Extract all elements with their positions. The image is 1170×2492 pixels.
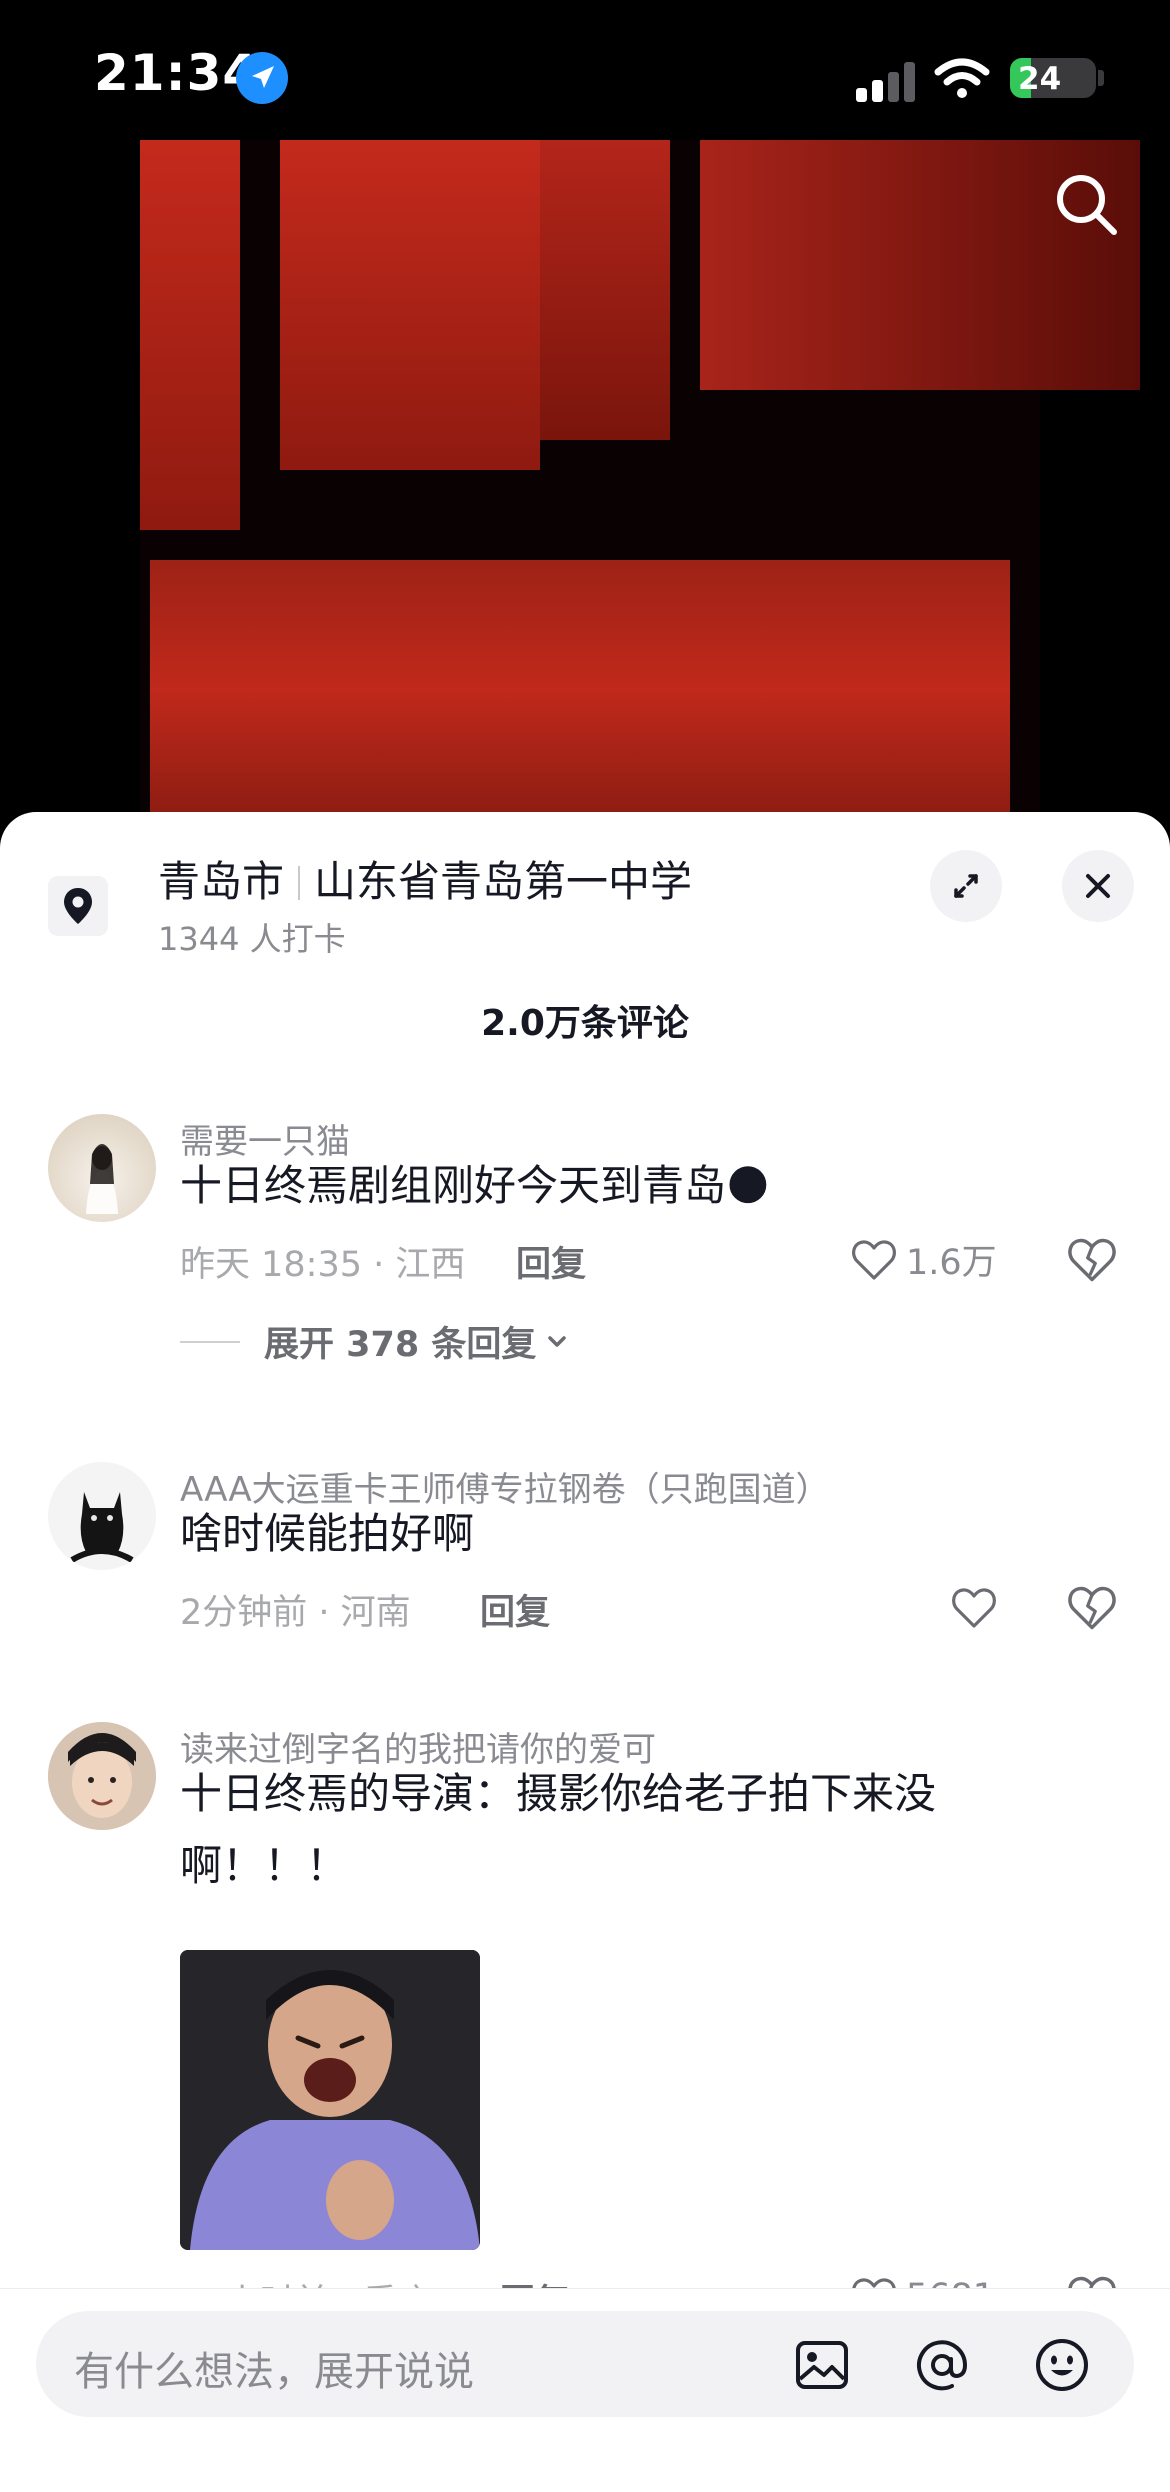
image-icon[interactable] bbox=[792, 2335, 852, 2395]
like-count: 1.6万 bbox=[906, 1242, 997, 1283]
comment-meta: 2分钟前 · 河南 bbox=[180, 1593, 411, 1633]
like-button[interactable] bbox=[950, 1582, 998, 1632]
search-icon[interactable] bbox=[1050, 168, 1124, 242]
comment-meta: 昨天 18:35 · 江西 bbox=[180, 1245, 466, 1285]
reply-button[interactable]: 回复 bbox=[480, 1584, 550, 1635]
close-icon[interactable] bbox=[1062, 850, 1134, 922]
comment-item: 读来过倒字名的我把请你的爱可 十日终焉的导演：摄影你给老子拍下来没啊！！！ 10… bbox=[0, 1722, 1170, 2323]
location-pin-icon bbox=[48, 876, 108, 936]
battery-percent: 24 bbox=[1018, 61, 1062, 97]
comment-text: 啥时候能拍好啊 bbox=[180, 1509, 475, 1558]
expand-icon[interactable] bbox=[930, 850, 1002, 922]
like-button[interactable]: 1.6万 bbox=[850, 1234, 997, 1284]
comment-input[interactable]: 有什么想法，展开说说 bbox=[36, 2311, 1134, 2417]
avatar[interactable] bbox=[48, 1722, 156, 1830]
comment-count: 2.0万条评论 bbox=[481, 1003, 689, 1044]
heart-icon bbox=[852, 1240, 896, 1280]
location-arrow-icon bbox=[236, 52, 288, 104]
at-icon[interactable] bbox=[912, 2335, 972, 2395]
status-time: 21:34 bbox=[94, 44, 259, 102]
reply-button[interactable]: 回复 bbox=[516, 1236, 586, 1287]
poi-city[interactable]: 青岛市 bbox=[158, 857, 284, 906]
poi-divider bbox=[298, 866, 301, 900]
heart-icon bbox=[952, 1588, 996, 1628]
comment-input-placeholder[interactable]: 有什么想法，展开说说 bbox=[74, 2339, 474, 2397]
battery-tip bbox=[1098, 70, 1104, 86]
battery-charging-icon: 24 bbox=[1010, 58, 1096, 98]
broken-heart-icon[interactable] bbox=[1066, 1582, 1118, 1632]
status-bar: 21:34 24 bbox=[0, 0, 1170, 150]
avatar[interactable] bbox=[48, 1114, 156, 1222]
expand-divider bbox=[180, 1340, 240, 1343]
expand-replies-button[interactable]: 展开 378 条回复 bbox=[180, 1316, 572, 1367]
poi-title[interactable]: 青岛市 山东省青岛第一中学 bbox=[158, 848, 692, 909]
comment-image[interactable] bbox=[180, 1950, 480, 2250]
chevron-down-icon bbox=[548, 1335, 567, 1347]
comment-item: 需要一只猫 十日终焉剧组刚好今天到青岛🌑 昨天 18:35 · 江西 回复 1.… bbox=[0, 1114, 1170, 1444]
poi-checkins: 1344 人打卡 bbox=[158, 920, 346, 958]
avatar[interactable] bbox=[48, 1462, 156, 1570]
wifi-icon bbox=[934, 56, 990, 100]
comment-text: 十日终焉的导演：摄影你给老子拍下来没啊！！！ bbox=[180, 1769, 937, 1890]
expand-replies-label: 展开 378 条回复 bbox=[264, 1325, 537, 1365]
emoji-icon[interactable] bbox=[1032, 2335, 1092, 2395]
signal-icon bbox=[856, 58, 918, 102]
comment-item: AAA大运重卡王师傅专拉钢卷（只跑国道） 啥时候能拍好啊 2分钟前 · 河南 回… bbox=[0, 1462, 1170, 1702]
comment-text: 十日终焉剧组刚好今天到青岛🌑 bbox=[180, 1161, 770, 1210]
comment-input-bar: 有什么想法，展开说说 bbox=[0, 2288, 1170, 2492]
comment-sheet: 青岛市 山东省青岛第一中学 1344 人打卡 2.0万条评论 需要一只猫 十日终焉… bbox=[0, 812, 1170, 2492]
poi-place[interactable]: 山东省青岛第一中学 bbox=[314, 857, 692, 906]
broken-heart-icon[interactable] bbox=[1066, 1234, 1118, 1284]
video-frame bbox=[140, 140, 1140, 840]
